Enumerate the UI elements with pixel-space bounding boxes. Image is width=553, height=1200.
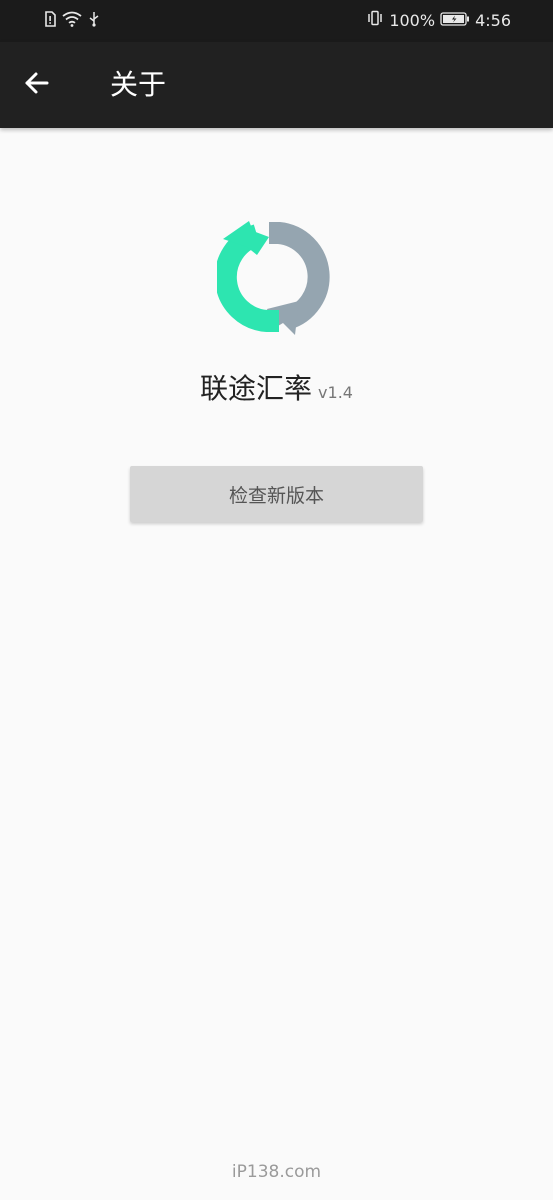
status-right: 100% 4:56 <box>366 10 511 30</box>
sim-icon <box>44 11 56 31</box>
app-bar: 关于 <box>0 42 553 128</box>
app-name: 联途汇率 <box>200 372 313 405</box>
app-logo <box>214 217 335 337</box>
app-name-row: 联途汇率 v1.4 <box>0 367 553 407</box>
status-time: 4:56 <box>475 10 511 30</box>
sync-arrows-icon <box>214 221 335 341</box>
app-version: v1.4 <box>318 383 353 402</box>
vibrate-icon <box>366 10 384 30</box>
back-button[interactable] <box>16 64 58 106</box>
status-left-icons <box>44 11 100 31</box>
battery-percent: 100% <box>389 10 436 30</box>
status-bar: 100% 4:56 <box>0 0 553 42</box>
arrow-left-icon <box>23 69 51 101</box>
battery-icon <box>440 11 470 30</box>
wifi-icon <box>62 11 82 31</box>
page-title: 关于 <box>110 68 167 101</box>
usb-icon <box>88 11 100 31</box>
check-update-button[interactable]: 检查新版本 <box>130 466 423 522</box>
watermark: iP138.com <box>231 1162 322 1182</box>
